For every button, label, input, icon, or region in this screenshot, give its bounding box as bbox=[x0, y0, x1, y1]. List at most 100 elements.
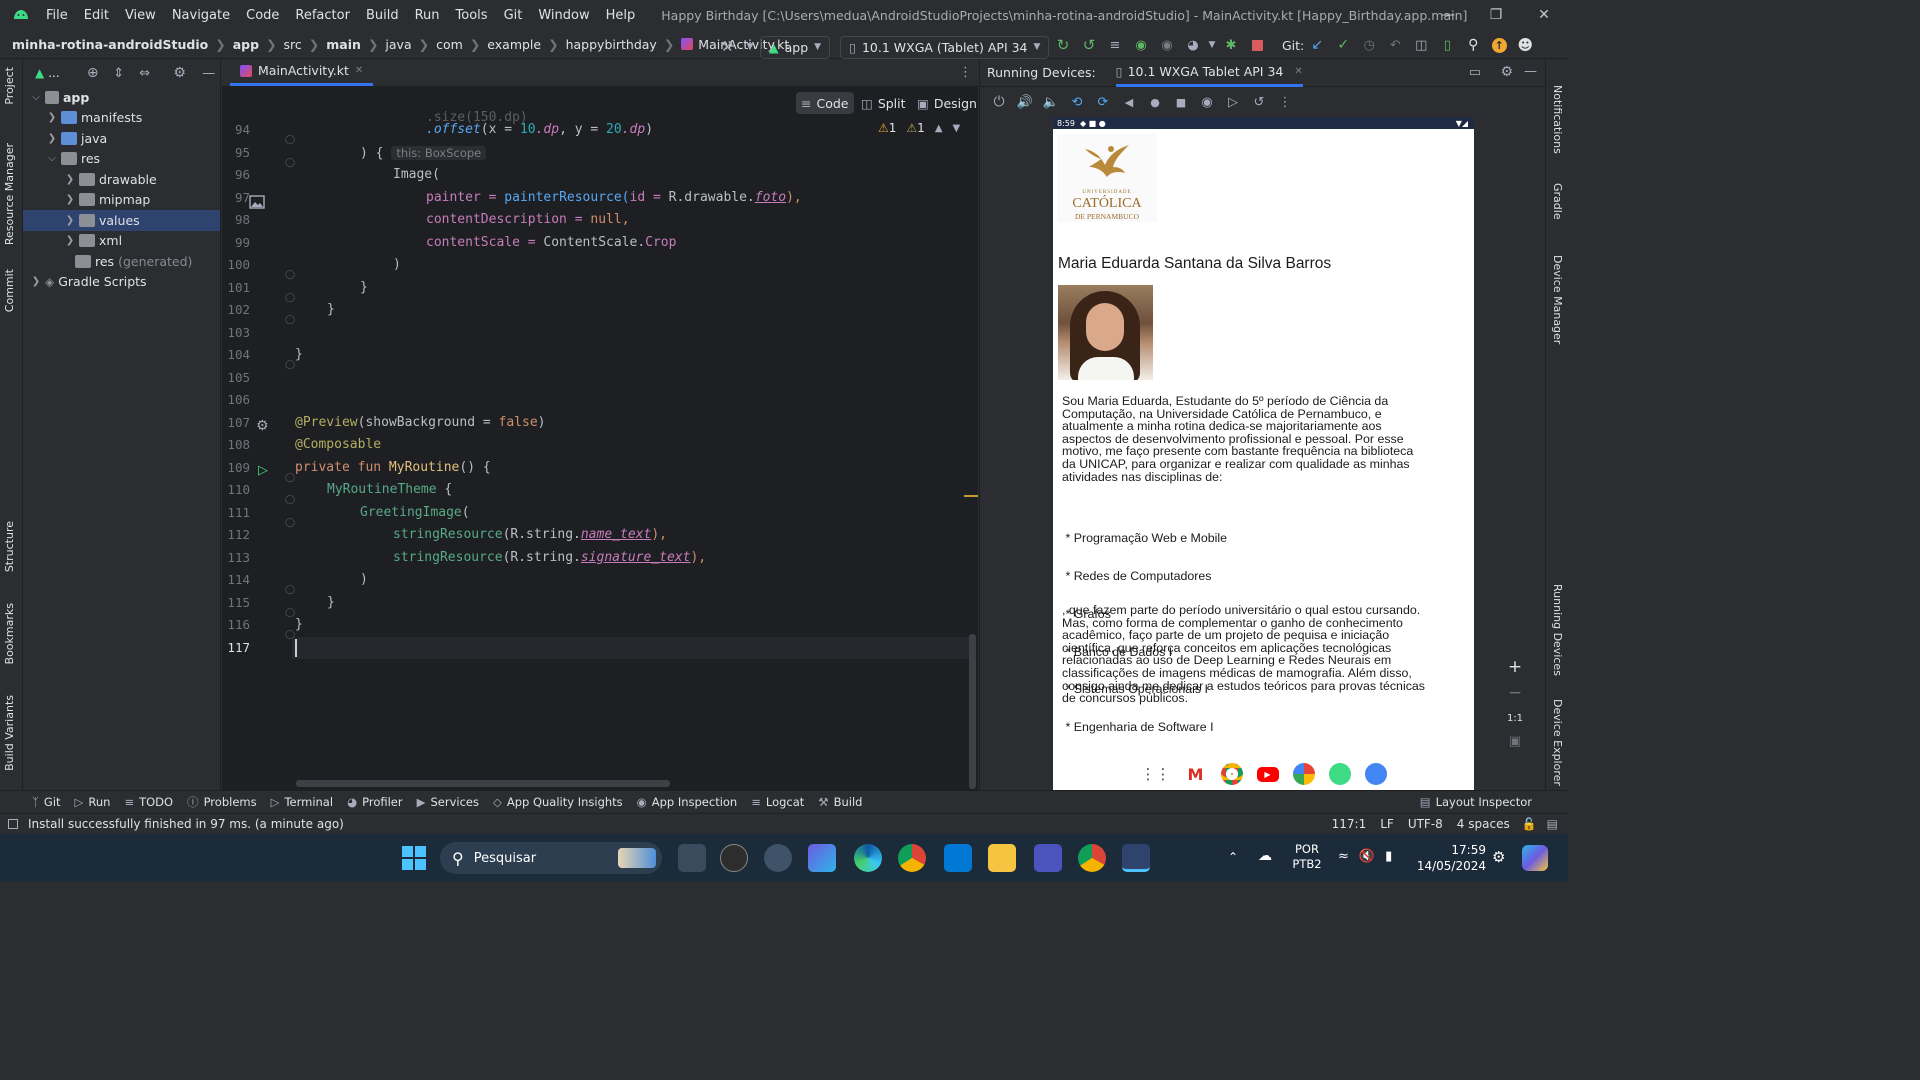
gear-icon[interactable]: ⚙ bbox=[256, 418, 269, 434]
collapse-all-icon[interactable]: ⇔ bbox=[134, 60, 156, 86]
indent-setting[interactable]: 4 spaces bbox=[1457, 817, 1510, 831]
layout-inspector-button[interactable]: ▤ Layout Inspector bbox=[1420, 795, 1532, 809]
teams-icon[interactable] bbox=[1034, 844, 1062, 872]
search-icon[interactable]: ⚲ bbox=[1460, 32, 1486, 58]
chrome-icon[interactable] bbox=[898, 844, 926, 872]
run-tool-button[interactable]: ▷ Run bbox=[75, 795, 111, 809]
menu-code[interactable]: Code bbox=[238, 8, 287, 23]
clock[interactable]: 17:59 14/05/2024 bbox=[1414, 842, 1486, 874]
structure-tool-tab[interactable]: Structure bbox=[3, 521, 16, 572]
menu-file[interactable]: File bbox=[38, 8, 76, 23]
mode-design-button[interactable]: ▣ Design bbox=[912, 92, 982, 114]
close-tab-icon[interactable]: ✕ bbox=[1294, 66, 1302, 77]
taskbar-search-box[interactable]: ⚲ Pesquisar bbox=[440, 842, 662, 874]
menu-run[interactable]: Run bbox=[407, 8, 448, 23]
weather-cloud-icon[interactable]: ☁ bbox=[1258, 848, 1272, 864]
screen-record-icon[interactable]: ▷ bbox=[1220, 89, 1246, 115]
git-commit-icon[interactable]: ✓ bbox=[1330, 32, 1356, 58]
vscode-icon[interactable] bbox=[944, 844, 972, 872]
menu-navigate[interactable]: Navigate bbox=[164, 8, 238, 23]
running-devices-tool-tab[interactable]: Running Devices bbox=[1551, 584, 1564, 676]
horizontal-scrollbar[interactable] bbox=[296, 780, 670, 787]
problems-tool-button[interactable]: ⓘ Problems bbox=[187, 794, 257, 810]
app-inspection-bug-icon[interactable]: ✱ bbox=[1218, 32, 1244, 58]
breadcrumb-package[interactable]: happybirthday bbox=[566, 37, 657, 52]
gradle-tool-tab[interactable]: Gradle bbox=[1551, 183, 1564, 220]
zoom-actual-size[interactable]: 1:1 bbox=[1507, 713, 1523, 724]
git-tool-button[interactable]: ᛉ Git bbox=[32, 795, 61, 809]
chevron-down-icon[interactable]: ▼ bbox=[1206, 32, 1218, 58]
chrome-icon[interactable] bbox=[1220, 763, 1243, 785]
minimize-icon[interactable]: — bbox=[1424, 0, 1472, 30]
menu-build[interactable]: Build bbox=[358, 8, 407, 23]
settings-gear-icon[interactable] bbox=[764, 844, 792, 872]
vertical-scrollbar[interactable] bbox=[969, 634, 976, 789]
menu-edit[interactable]: Edit bbox=[76, 8, 117, 23]
restore-icon[interactable]: ❐ bbox=[1472, 0, 1520, 30]
preview-image-icon[interactable] bbox=[249, 195, 265, 209]
breadcrumb-com[interactable]: com bbox=[436, 37, 463, 52]
code-area[interactable]: .size(150.dp) .offset(x = 10.dp, y = 20.… bbox=[292, 110, 978, 790]
notifications-tool-tab[interactable]: Notifications bbox=[1551, 85, 1564, 154]
view-selector[interactable]: ... bbox=[48, 66, 59, 80]
account-icon[interactable]: ☻ bbox=[1512, 32, 1538, 58]
line-separator[interactable]: LF bbox=[1380, 817, 1394, 831]
system-tray[interactable]: ≈ 🔇 ▮ bbox=[1338, 849, 1392, 864]
breadcrumb-example[interactable]: example bbox=[487, 37, 541, 52]
copilot-icon[interactable] bbox=[808, 844, 836, 872]
todo-tool-button[interactable]: ≡ TODO bbox=[124, 795, 173, 809]
build-tool-button[interactable]: ⚒ Build bbox=[818, 795, 862, 809]
expand-all-icon[interactable]: ⇕ bbox=[108, 60, 130, 86]
run-config-dropdown[interactable]: ▲ app ▼ bbox=[760, 35, 831, 59]
bookmarks-tool-tab[interactable]: Bookmarks bbox=[3, 603, 16, 664]
apply-code-changes-icon[interactable]: ↺ bbox=[1076, 32, 1102, 58]
rotate-left-icon[interactable]: ⟲ bbox=[1064, 89, 1090, 115]
more-tabs-icon[interactable]: ⋮ bbox=[959, 65, 972, 80]
caret-position[interactable]: 117:1 bbox=[1332, 817, 1367, 831]
copilot-tray-icon[interactable] bbox=[1522, 845, 1548, 871]
mode-split-button[interactable]: ◫ Split bbox=[856, 92, 911, 114]
overview-icon[interactable]: ■ bbox=[1168, 89, 1194, 115]
volume-down-icon[interactable]: 🔈 bbox=[1038, 89, 1064, 115]
youtube-icon[interactable]: ▶ bbox=[1256, 766, 1279, 782]
menu-help[interactable]: Help bbox=[598, 8, 644, 23]
breadcrumb-app[interactable]: app bbox=[233, 37, 259, 52]
menu-refactor[interactable]: Refactor bbox=[287, 8, 358, 23]
menu-git[interactable]: Git bbox=[496, 8, 531, 23]
photos-icon[interactable] bbox=[1292, 763, 1315, 785]
gmail-icon[interactable]: M bbox=[1184, 763, 1207, 785]
debug-icon[interactable]: ◉ bbox=[1128, 32, 1154, 58]
screenshot-camera-icon[interactable]: ◉ bbox=[1194, 89, 1220, 115]
app-inspection-tool-button[interactable]: ◉ App Inspection bbox=[637, 795, 738, 809]
tree-item-java[interactable]: ❯ java bbox=[23, 128, 220, 149]
locate-icon[interactable]: ⊕ bbox=[82, 60, 104, 86]
tree-item-gradle-scripts[interactable]: ❯ ◈ Gradle Scripts bbox=[23, 272, 220, 293]
project-tool-tab[interactable]: Project bbox=[3, 67, 16, 105]
run-preview-icon[interactable]: ▷ bbox=[258, 463, 268, 478]
profiler-tool-button[interactable]: ◕ Profiler bbox=[347, 795, 403, 809]
language-indicator[interactable]: POR PTB2 bbox=[1292, 842, 1322, 872]
zoom-fit-icon[interactable]: ▣ bbox=[1509, 734, 1521, 749]
back-icon[interactable]: ◀ bbox=[1116, 89, 1142, 115]
logcat-tool-button[interactable]: ≡ Logcat bbox=[751, 795, 804, 809]
zoom-in-icon[interactable]: + bbox=[1508, 657, 1522, 677]
gear-icon[interactable]: ⚙ bbox=[166, 60, 194, 86]
app-quality-insights-tool-button[interactable]: ◇ App Quality Insights bbox=[493, 795, 623, 809]
git-update-icon[interactable]: ↙ bbox=[1304, 32, 1330, 58]
terminal-tool-button[interactable]: ▷ Terminal bbox=[271, 795, 333, 809]
breadcrumb-src[interactable]: src bbox=[284, 37, 302, 52]
commit-tool-tab[interactable]: Commit bbox=[3, 269, 16, 312]
more-options-icon[interactable]: ⋮ bbox=[1272, 89, 1298, 115]
emulator-screen[interactable]: 8:59 ◆ ■ ● ▼◢ UNIVERSIDADE CATÓLICA DE PER… bbox=[1053, 117, 1474, 790]
resource-manager-tool-tab[interactable]: Resource Manager bbox=[3, 143, 16, 245]
rotate-right-icon[interactable]: ⟳ bbox=[1090, 89, 1116, 115]
power-icon[interactable]: ⏻ bbox=[986, 89, 1012, 115]
sync-icon[interactable]: ≡ bbox=[1102, 32, 1128, 58]
fold-markers[interactable]: ◯ ◯ ◯ ◯ ◯ ◯ ◯ ◯ ◯ ◯ ◯ ◯ bbox=[285, 129, 295, 647]
chrome-profile-icon[interactable] bbox=[1078, 844, 1106, 872]
breadcrumb-java[interactable]: java bbox=[385, 37, 411, 52]
status-message[interactable]: Install successfully finished in 97 ms. … bbox=[28, 817, 344, 831]
menu-tools[interactable]: Tools bbox=[448, 8, 496, 23]
attach-debugger-icon[interactable]: ◉ bbox=[1154, 32, 1180, 58]
android-view-icon[interactable]: ▲ bbox=[35, 66, 44, 80]
